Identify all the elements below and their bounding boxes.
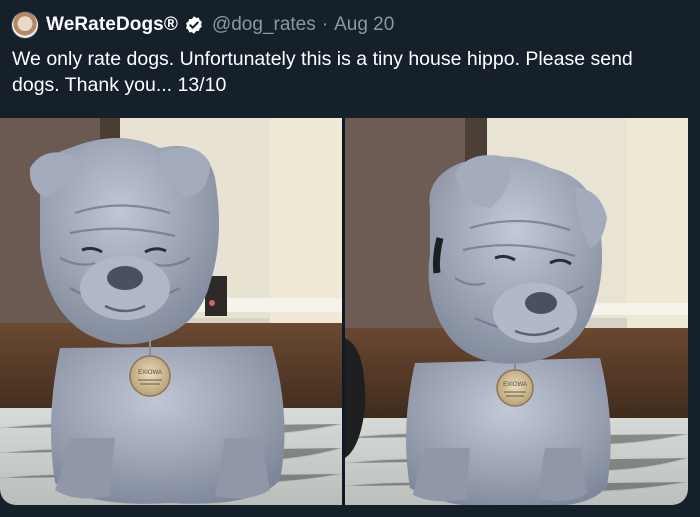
tweet-header: WeRateDogs® @dog_rates · Aug 20 — [12, 10, 394, 40]
tweet-date[interactable]: Aug 20 — [334, 14, 394, 36]
tweet-text: We only rate dogs. Unfortunately this is… — [12, 48, 633, 96]
media-grid: EXIOWA EXIOWA — [0, 118, 688, 505]
handle[interactable]: @dog_rates — [212, 14, 316, 36]
dog-tag-text: EXIOWA — [503, 382, 527, 388]
dog-photo-1[interactable]: EXIOWA — [0, 118, 342, 505]
avatar[interactable] — [12, 12, 38, 38]
verified-badge-icon — [184, 15, 204, 35]
display-name[interactable]: WeRateDogs® — [46, 14, 178, 36]
dog-tag-text: EXIOWA — [138, 370, 162, 376]
separator-dot: · — [321, 14, 329, 35]
dog-photo-2[interactable]: EXIOWA — [345, 118, 688, 505]
